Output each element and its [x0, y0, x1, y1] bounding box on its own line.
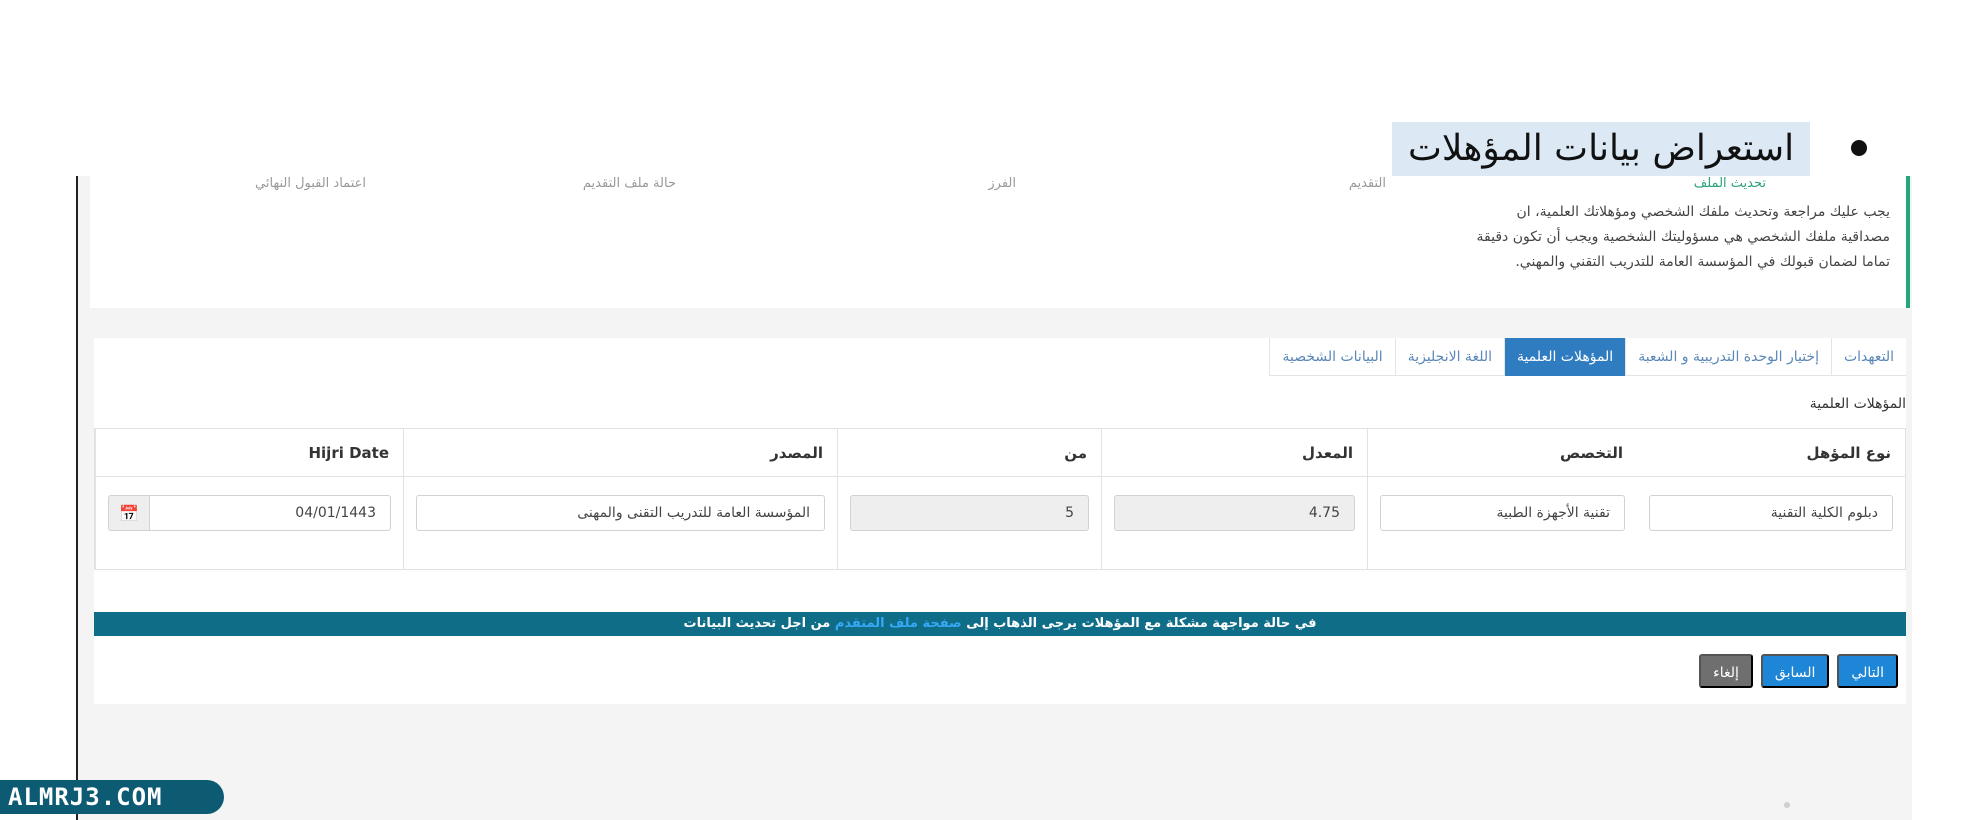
bullet-icon — [1851, 140, 1868, 156]
column-qualification-type: نوع المؤهل دبلوم الكلية التقنية — [1637, 429, 1905, 569]
column-out-of: من 5 — [837, 429, 1101, 569]
tab-pledges[interactable]: التعهدات — [1830, 338, 1906, 376]
header-gpa: المعدل — [1102, 429, 1367, 477]
cancel-button[interactable]: إلغاء — [1699, 654, 1753, 688]
tab-training-unit-selection[interactable]: إختيار الوحدة التدريبية و الشعبة — [1625, 338, 1831, 376]
screenshot-frame: تحديث الملف التقديم الفرز حالة ملف التقد… — [76, 176, 1912, 820]
section-title: المؤهلات العلمية — [1809, 396, 1906, 412]
header-out-of: من — [838, 429, 1101, 477]
major-field[interactable]: تقنية الأجهزة الطبية — [1380, 495, 1625, 531]
cursor-mark — [1784, 802, 1790, 808]
tab-personal-data[interactable]: البيانات الشخصية — [1269, 338, 1394, 376]
hijri-date-field[interactable]: 04/01/1443 — [150, 495, 391, 531]
alert-bar: في حالة مواجهة مشكلة مع المؤهلات يرجى ال… — [94, 612, 1906, 636]
status-step-final-approval: اعتماد القبول النهائي — [255, 176, 366, 191]
header-hijri-date: Hijri Date — [96, 429, 403, 477]
status-step-apply: التقديم — [1348, 176, 1386, 191]
tab-english-language[interactable]: اللغة الانجليزية — [1394, 338, 1504, 376]
application-status-row: تحديث الملف التقديم الفرز حالة ملف التقد… — [90, 176, 1906, 196]
header-source: المصدر — [404, 429, 837, 477]
header-qualification-type: نوع المؤهل — [1637, 429, 1905, 477]
status-step-sorting: الفرز — [988, 176, 1016, 191]
status-step-application-status: حالة ملف التقديم — [582, 176, 676, 191]
calendar-icon[interactable]: 📅 — [108, 495, 150, 531]
qualification-type-field[interactable]: دبلوم الكلية التقنية — [1649, 495, 1893, 531]
source-field[interactable]: المؤسسة العامة للتدريب التقنى والمهنى — [416, 495, 825, 531]
heading-text: استعراض بيانات المؤهلات — [1392, 122, 1811, 176]
profile-tabs: البيانات الشخصية اللغة الانجليزية المؤهل… — [1269, 338, 1906, 376]
out-of-field: 5 — [850, 495, 1089, 531]
notice-card: تحديث الملف التقديم الفرز حالة ملف التقد… — [90, 176, 1910, 308]
alert-text-after: من اجل تحديث البيانات — [683, 616, 831, 631]
header-major: التخصص — [1368, 429, 1637, 477]
column-major: التخصص تقنية الأجهزة الطبية — [1367, 429, 1637, 569]
status-step-update-profile[interactable]: تحديث الملف — [1694, 176, 1766, 191]
applicant-profile-link[interactable]: صفحة ملف المتقدم — [835, 616, 962, 631]
site-logo: ALMRJ3.COM — [0, 780, 224, 814]
alert-text-before: في حالة مواجهة مشكلة مع المؤهلات يرجى ال… — [966, 616, 1317, 631]
form-actions: إلغاء السابق التالي — [1699, 654, 1898, 688]
previous-button[interactable]: السابق — [1760, 654, 1830, 688]
tab-qualifications[interactable]: المؤهلات العلمية — [1503, 338, 1626, 376]
document-heading: استعراض بيانات المؤهلات — [1392, 122, 1868, 176]
column-hijri-date: Hijri Date 04/01/1443 📅 — [95, 429, 403, 569]
next-button[interactable]: التالي — [1837, 654, 1898, 688]
qualifications-table: نوع المؤهل دبلوم الكلية التقنية التخصص ت… — [94, 428, 1906, 570]
column-source: المصدر المؤسسة العامة للتدريب التقنى وال… — [403, 429, 837, 569]
qualifications-card: البيانات الشخصية اللغة الانجليزية المؤهل… — [94, 338, 1906, 704]
gpa-field: 4.75 — [1114, 495, 1355, 531]
column-gpa: المعدل 4.75 — [1101, 429, 1367, 569]
notice-text: يجب عليك مراجعة وتحديث ملفك الشخصي ومؤهل… — [1476, 204, 1890, 270]
